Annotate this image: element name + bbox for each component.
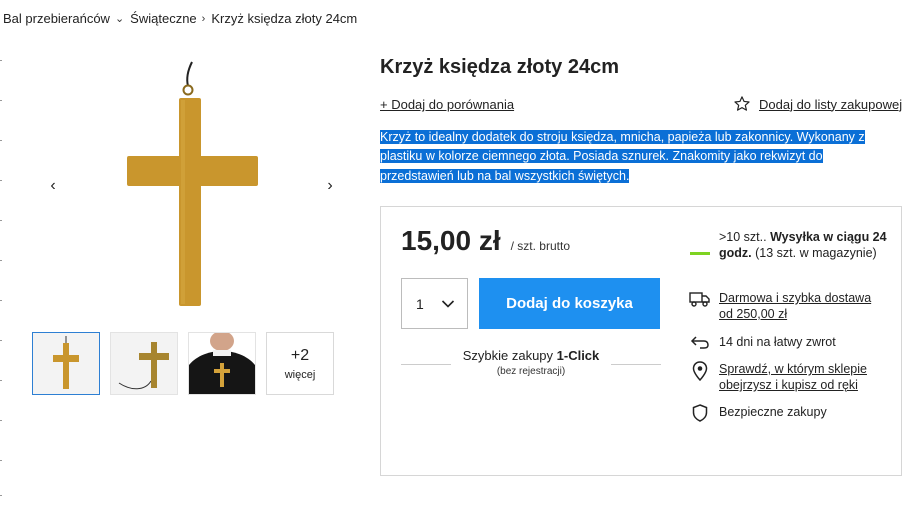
add-to-cart-button[interactable]: Dodaj do koszyka: [479, 278, 660, 329]
stores-link[interactable]: Sprawdź, w którym sklepie obejrzysz i ku…: [719, 361, 884, 393]
breadcrumb-item-christmas[interactable]: Świąteczne: [130, 11, 196, 26]
thumbnail-3[interactable]: [188, 332, 256, 395]
product-gallery: ‹ ›: [30, 40, 350, 320]
quantity-select[interactable]: 1: [401, 278, 468, 329]
shield-icon: [689, 404, 711, 422]
one-click-sublabel: (bez rejestracji): [496, 366, 566, 377]
stock-level-bar: [689, 229, 711, 261]
main-product-image[interactable]: [100, 50, 280, 315]
quantity-value: 1: [416, 295, 424, 312]
feature-delivery[interactable]: Darmowa i szybka dostawa od 250,00 zł: [689, 290, 884, 322]
one-click-purchase[interactable]: Szybkie zakupy 1-Click (bez rejestracji): [401, 348, 661, 377]
gallery-prev-arrow-icon[interactable]: ‹: [45, 177, 61, 195]
breadcrumb: Bal przebierańców ⌄ Świąteczne › Krzyż k…: [3, 11, 357, 26]
breadcrumb-item-current: Krzyż księdza złoty 24cm: [211, 11, 358, 26]
feature-returns: 14 dni na łatwy zwrot: [689, 334, 836, 350]
secure-text: Bezpieczne zakupy: [719, 405, 827, 419]
more-images-label: więcej: [284, 368, 316, 381]
thumbnail-1[interactable]: [32, 332, 100, 395]
returns-text: 14 dni na łatwy zwrot: [719, 335, 836, 349]
divider: [611, 364, 661, 365]
star-icon: [734, 96, 750, 111]
return-arrow-icon: [689, 334, 711, 350]
gallery-next-arrow-icon[interactable]: ›: [322, 177, 338, 195]
one-click-label: Szybkie zakupy 1-Click: [462, 348, 600, 363]
buy-box: 15,00 zł / szt. brutto 1 Dodaj do koszyk…: [380, 206, 902, 476]
truck-icon: [689, 290, 711, 322]
thumbnail-2[interactable]: [110, 332, 178, 395]
chevron-down-icon: [441, 299, 455, 308]
thumbnail-strip: +2 więcej: [32, 332, 334, 395]
description-line: plastiku w kolorze ciemnego złota. Posia…: [380, 149, 823, 164]
more-images-button[interactable]: +2 więcej: [266, 332, 334, 395]
wishlist-label: Dodaj do listy zakupowej: [759, 96, 903, 112]
scroll-edge-marks: [0, 60, 3, 500]
description-line: Krzyż to idealny dodatek do stroju księd…: [380, 130, 865, 144]
add-to-wishlist-link[interactable]: Dodaj do listy zakupowej: [733, 95, 902, 113]
location-pin-icon: [689, 361, 711, 393]
add-to-compare-link[interactable]: + Dodaj do porównania: [380, 97, 514, 112]
breadcrumb-item-costume-ball[interactable]: Bal przebierańców: [3, 11, 110, 26]
feature-stores[interactable]: Sprawdź, w którym sklepie obejrzysz i ku…: [689, 361, 884, 393]
product-description: Krzyż to idealny dodatek do stroju księd…: [380, 128, 900, 186]
price-unit: / szt. brutto: [510, 239, 570, 253]
more-images-count: +2: [290, 346, 310, 364]
chevron-right-icon: ›: [201, 12, 206, 25]
divider: [401, 364, 451, 365]
delivery-link[interactable]: Darmowa i szybka dostawa od 250,00 zł: [719, 290, 884, 322]
description-line: przedstawień lub na bal wszystkich święt…: [380, 168, 630, 183]
chevron-down-icon: ⌄: [114, 13, 125, 25]
product-title: Krzyż księdza złoty 24cm: [380, 56, 619, 78]
feature-secure: Bezpieczne zakupy: [689, 404, 827, 422]
price: 15,00 zł / szt. brutto: [401, 225, 570, 257]
feature-stock: >10 szt.. Wysyłka w ciągu 24 godz. (13 s…: [689, 229, 889, 261]
price-amount: 15,00 zł: [401, 225, 501, 256]
